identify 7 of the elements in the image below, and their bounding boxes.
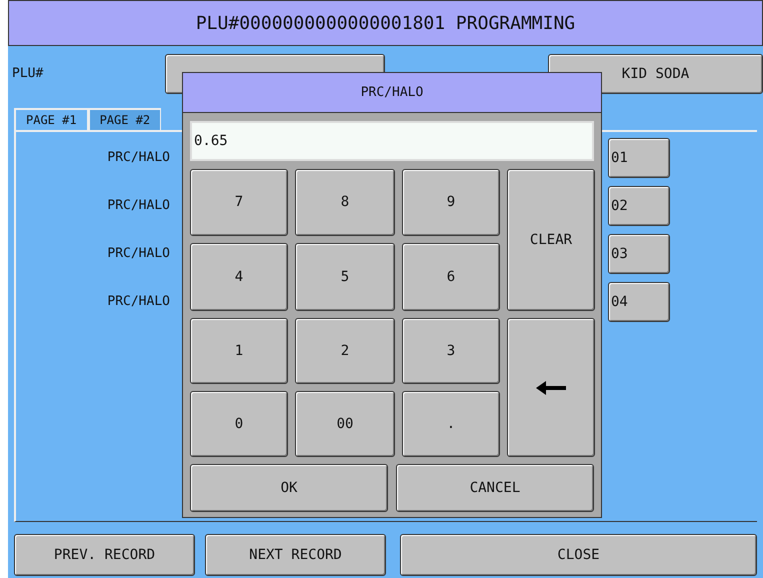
plu-label: PLU# [11,65,44,84]
field-label: PRC/HALO [106,293,170,312]
field-label: PRC/HALO [106,197,170,216]
dialog-title: PRC/HALO [183,73,601,113]
field-label: PRC/HALO [106,245,170,264]
title-bar: PLU#0000000000000001801 PROGRAMMING [8,0,763,46]
field-label: PRC/HALO [106,149,170,168]
